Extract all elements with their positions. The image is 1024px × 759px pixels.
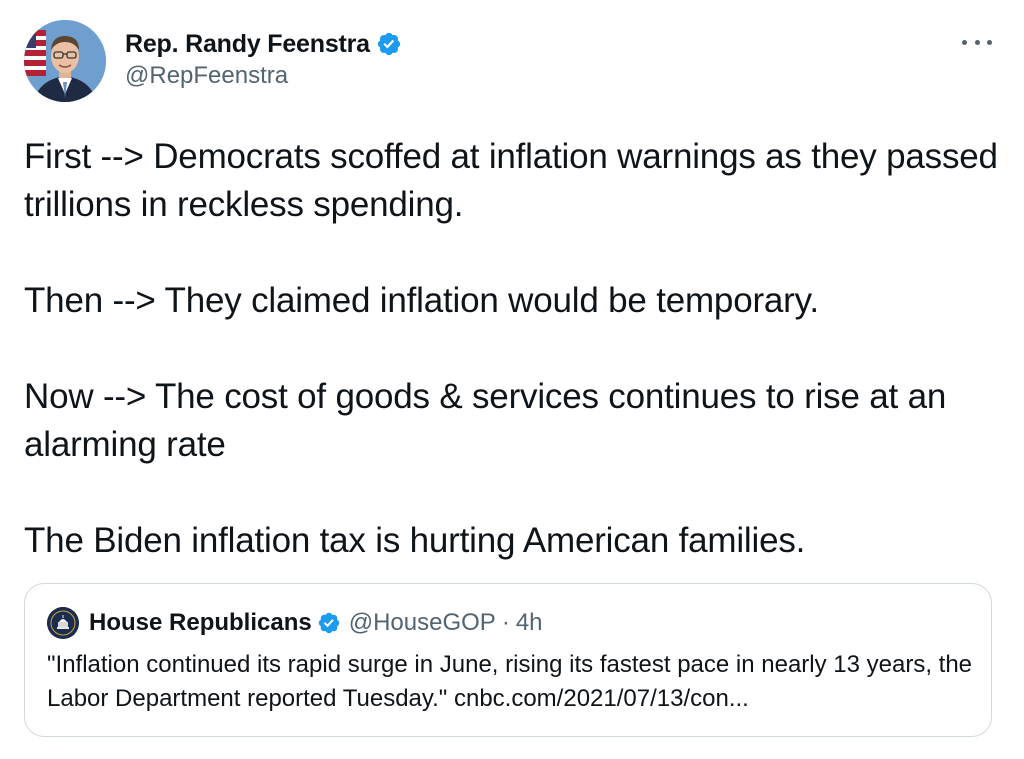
tweet-paragraph: First --> Democrats scoffed at inflation…: [24, 137, 998, 224]
quoted-tweet[interactable]: House Republicans @HouseGOP · 4h "Inflat…: [24, 583, 992, 737]
more-options-button[interactable]: [962, 32, 992, 52]
tweet-paragraph: Now --> The cost of goods & services con…: [24, 377, 947, 464]
more-dot: [987, 39, 992, 45]
quoted-text: "Inflation continued its rapid surge in …: [47, 651, 973, 712]
quoted-author-avatar[interactable]: [47, 607, 79, 639]
quoted-header: House Republicans @HouseGOP · 4h: [89, 606, 543, 640]
capitol-seal-icon: [47, 607, 79, 639]
author-handle[interactable]: @RepFeenstra: [125, 62, 402, 90]
tweet-text: First --> Democrats scoffed at inflation…: [24, 133, 999, 565]
quoted-verified-badge-icon: [318, 612, 339, 634]
verified-badge-icon: [377, 32, 400, 56]
author-display-name[interactable]: Rep. Randy Feenstra: [125, 30, 370, 59]
author-avatar[interactable]: [24, 20, 106, 102]
quoted-handle[interactable]: @HouseGOP: [349, 609, 496, 637]
more-horizontal-icon: [962, 39, 967, 45]
more-dot: [974, 39, 980, 45]
quoted-separator: ·: [501, 609, 510, 636]
quoted-timestamp[interactable]: 4h: [516, 609, 543, 637]
tweet-card: Rep. Randy Feenstra @RepFeenstra First -…: [0, 0, 1024, 759]
tweet-paragraph: The Biden inflation tax is hurting Ameri…: [24, 521, 806, 560]
tweet-paragraph: Then --> They claimed inflation would be…: [24, 281, 819, 320]
author-name-row: Rep. Randy Feenstra: [125, 28, 402, 60]
quoted-display-name[interactable]: House Republicans: [89, 609, 312, 637]
author-info: Rep. Randy Feenstra @RepFeenstra: [125, 28, 402, 90]
avatar-image: [24, 20, 106, 102]
